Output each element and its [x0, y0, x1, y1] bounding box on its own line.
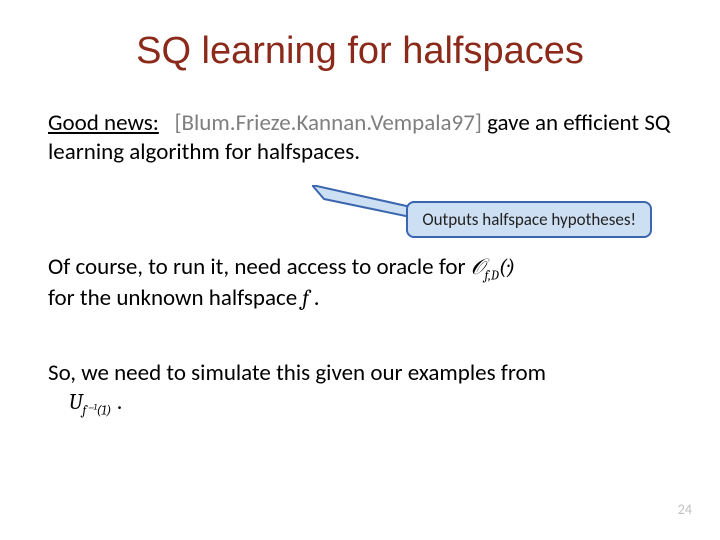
oracle-arg: (·)	[499, 254, 515, 280]
oracle-O: 𝒪	[471, 254, 485, 280]
callout-container: Outputs halfspace hypotheses!	[48, 189, 672, 247]
citation: [Blum.Frieze.Kannan.Vempala97]	[174, 109, 481, 137]
good-news-label: Good news:	[48, 109, 159, 137]
oracle-symbol: 𝒪f,D(·)	[471, 254, 516, 280]
para3-text: So, we need to simulate this given our e…	[48, 359, 546, 387]
slide-title: SQ learning for halfspaces	[48, 30, 672, 73]
paragraph-simulate: So, we need to simulate this given our e…	[48, 359, 672, 419]
para3-period: .	[111, 388, 122, 416]
callout-text: Outputs halfspace hypotheses!	[422, 209, 636, 230]
callout-box: Outputs halfspace hypotheses!	[406, 201, 652, 238]
para2-lead: Of course, to run it, need access to ora…	[48, 253, 471, 281]
U-symbol: Uf⁻¹(1)	[69, 389, 112, 415]
para2-period: .	[309, 284, 320, 312]
U-letter: U	[69, 389, 83, 415]
paragraph-oracle: Of course, to run it, need access to ora…	[48, 253, 672, 313]
spacer	[48, 335, 672, 359]
U-sub: f⁻¹(1)	[83, 403, 112, 418]
slide: SQ learning for halfspaces Good news: [B…	[0, 0, 720, 540]
oracle-sub: f,D	[485, 268, 499, 283]
para2-line2a: for the unknown halfspace	[48, 284, 302, 312]
paragraph-good-news: Good news: [Blum.Frieze.Kannan.Vempala97…	[48, 109, 672, 167]
page-number: 24	[678, 501, 692, 518]
